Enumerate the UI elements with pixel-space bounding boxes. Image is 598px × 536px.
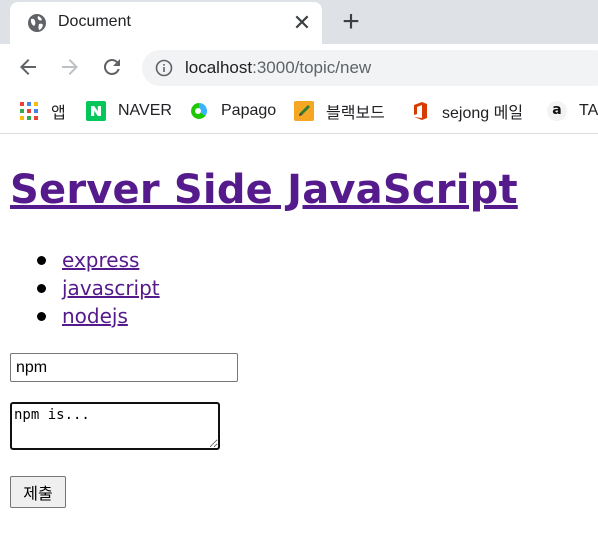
tab-strip: Document ✕ + [0, 0, 598, 44]
naver-icon [86, 101, 106, 121]
bookmark-sejong-mail[interactable]: sejong 메일 [410, 99, 523, 123]
url-text: localhost:3000/topic/new [185, 58, 372, 77]
address-bar[interactable]: localhost:3000/topic/new [142, 50, 598, 86]
bookmark-papago[interactable]: Papago [189, 99, 276, 123]
papago-icon [191, 102, 208, 119]
list-item: express [0, 247, 160, 275]
list-item: nodejs [0, 303, 160, 331]
bookmark-apps[interactable]: 앱 [19, 99, 66, 123]
close-tab-icon[interactable]: ✕ [290, 11, 314, 35]
blackboard-icon [294, 101, 314, 121]
globe-icon [28, 14, 46, 32]
bookmark-amazon[interactable]: a TA [547, 99, 598, 123]
browser-tab[interactable]: Document ✕ [10, 2, 322, 44]
amazon-icon: a [547, 101, 567, 121]
page-title-link[interactable]: Server Side JavaScript [10, 167, 518, 213]
bookmark-label: TA [579, 102, 598, 119]
topic-link-nodejs[interactable]: nodejs [62, 304, 128, 328]
topic-list: express javascript nodejs [0, 247, 160, 331]
apps-grid-icon [20, 102, 38, 120]
bookmark-label: NAVER [118, 102, 172, 119]
description-textarea[interactable]: npm is... [10, 402, 220, 450]
new-tab-icon[interactable]: + [336, 7, 366, 38]
reload-icon[interactable] [100, 55, 124, 79]
bookmark-naver[interactable]: NAVER [86, 99, 172, 123]
topic-link-javascript[interactable]: javascript [62, 276, 160, 300]
back-icon[interactable] [16, 55, 40, 79]
bookmark-blackboard[interactable]: 블랙보드 [294, 99, 385, 123]
office-icon [414, 102, 427, 120]
bookmark-label: 앱 [51, 105, 66, 122]
forward-icon[interactable] [58, 55, 82, 79]
submit-button[interactable]: 제출 [10, 476, 66, 508]
bookmark-label: 블랙보드 [326, 105, 385, 122]
bookmarks-bar: 앱 NAVER Papago 블랙보드 sejong 메일 a TA [0, 90, 598, 134]
bookmark-label: sejong 메일 [442, 105, 524, 122]
bookmark-label: Papago [221, 102, 277, 119]
list-item: javascript [0, 275, 160, 303]
browser-toolbar: localhost:3000/topic/new [0, 44, 598, 90]
title-input[interactable] [10, 353, 238, 382]
topic-link-express[interactable]: express [62, 248, 139, 272]
tab-title: Document [58, 13, 131, 30]
site-info-icon[interactable] [155, 59, 173, 77]
